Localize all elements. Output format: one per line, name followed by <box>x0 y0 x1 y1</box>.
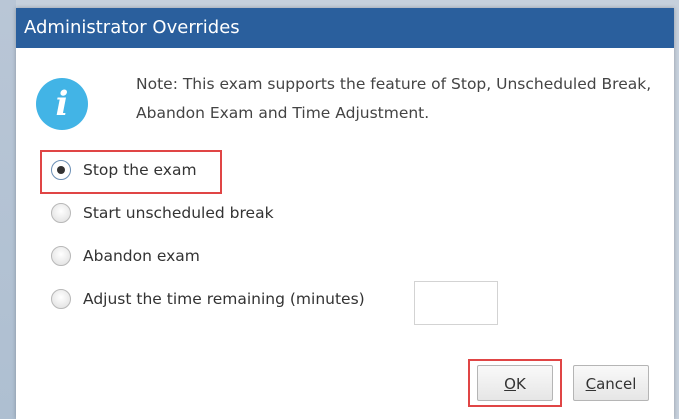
option-label: Adjust the time remaining (minutes) <box>83 290 365 308</box>
cancel-mnemonic: C <box>585 375 597 393</box>
administrator-overrides-dialog: Administrator Overrides i Note: This exa… <box>16 8 674 419</box>
radio-adjust-time[interactable] <box>51 289 71 309</box>
ok-mnemonic: O <box>504 375 516 393</box>
option-unscheduled-break[interactable]: Start unscheduled break <box>51 196 274 230</box>
time-remaining-input[interactable] <box>414 281 498 325</box>
cancel-label-rest: ancel <box>596 375 637 393</box>
dialog-title: Administrator Overrides <box>16 8 674 48</box>
ok-button[interactable]: OK <box>477 365 553 401</box>
option-label: Stop the exam <box>83 161 197 179</box>
radio-abandon-exam[interactable] <box>51 246 71 266</box>
info-icon: i <box>36 78 88 130</box>
option-label: Start unscheduled break <box>83 204 274 222</box>
option-adjust-time[interactable]: Adjust the time remaining (minutes) <box>51 282 365 316</box>
background-window-edge <box>0 0 16 419</box>
note-text: Note: This exam supports the feature of … <box>136 75 652 122</box>
radio-stop-exam[interactable] <box>51 160 71 180</box>
ok-label-rest: K <box>515 375 526 393</box>
option-stop-exam[interactable]: Stop the exam <box>51 153 197 187</box>
option-label: Abandon exam <box>83 247 200 265</box>
radio-unscheduled-break[interactable] <box>51 203 71 223</box>
option-abandon-exam[interactable]: Abandon exam <box>51 239 200 273</box>
note-section: i Note: This exam supports the feature o… <box>36 70 656 140</box>
cancel-button[interactable]: Cancel <box>573 365 649 401</box>
